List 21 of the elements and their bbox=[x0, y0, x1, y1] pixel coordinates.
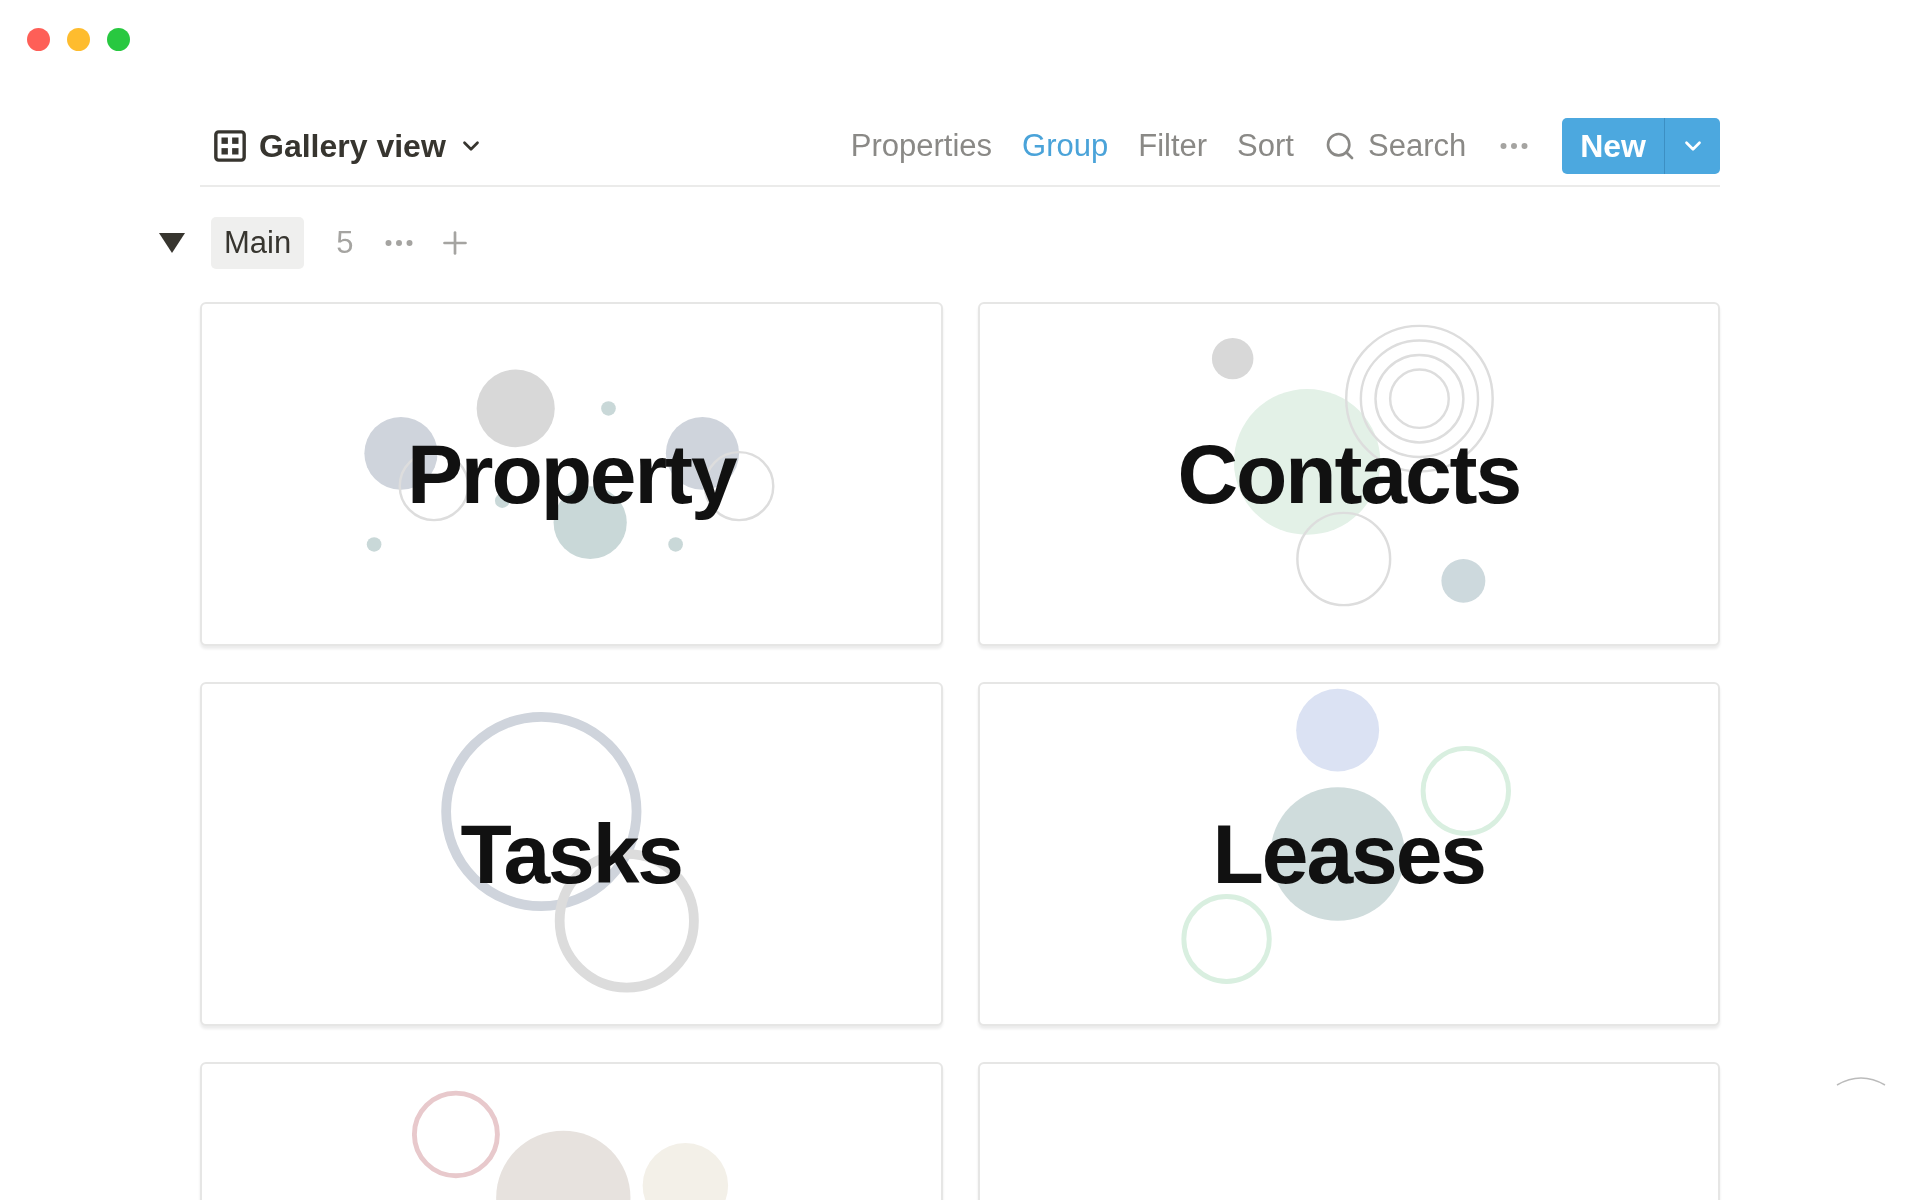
card-title: Property bbox=[406, 426, 736, 523]
card-title: Contacts bbox=[1177, 426, 1521, 523]
toolbar-button[interactable]: Filter bbox=[1138, 122, 1208, 170]
card-title: Leases bbox=[1212, 806, 1485, 903]
gallery-grid-icon bbox=[213, 129, 247, 163]
gallery-card[interactable]: Contacts bbox=[977, 302, 1720, 646]
toolbar-button[interactable]: Sort bbox=[1237, 122, 1294, 170]
close-window-icon[interactable] bbox=[27, 28, 50, 51]
toolbar-button[interactable]: Group bbox=[1022, 122, 1109, 170]
gallery-card[interactable]: Tasks bbox=[200, 682, 943, 1026]
gallery-card[interactable]: Leases bbox=[977, 682, 1720, 1026]
minimize-window-icon[interactable] bbox=[67, 28, 90, 51]
search-button[interactable]: Search bbox=[1323, 122, 1467, 170]
group-count: 5 bbox=[336, 223, 354, 262]
maximize-window-icon[interactable] bbox=[107, 28, 130, 51]
gallery-card[interactable]: Property bbox=[200, 302, 943, 646]
card-title: Tasks bbox=[460, 806, 682, 903]
toolbar-button[interactable]: Properties bbox=[850, 122, 993, 170]
group-label: Main bbox=[211, 216, 305, 270]
arc-drawing bbox=[1835, 1075, 1887, 1087]
view-selector[interactable]: Gallery view bbox=[213, 122, 484, 170]
